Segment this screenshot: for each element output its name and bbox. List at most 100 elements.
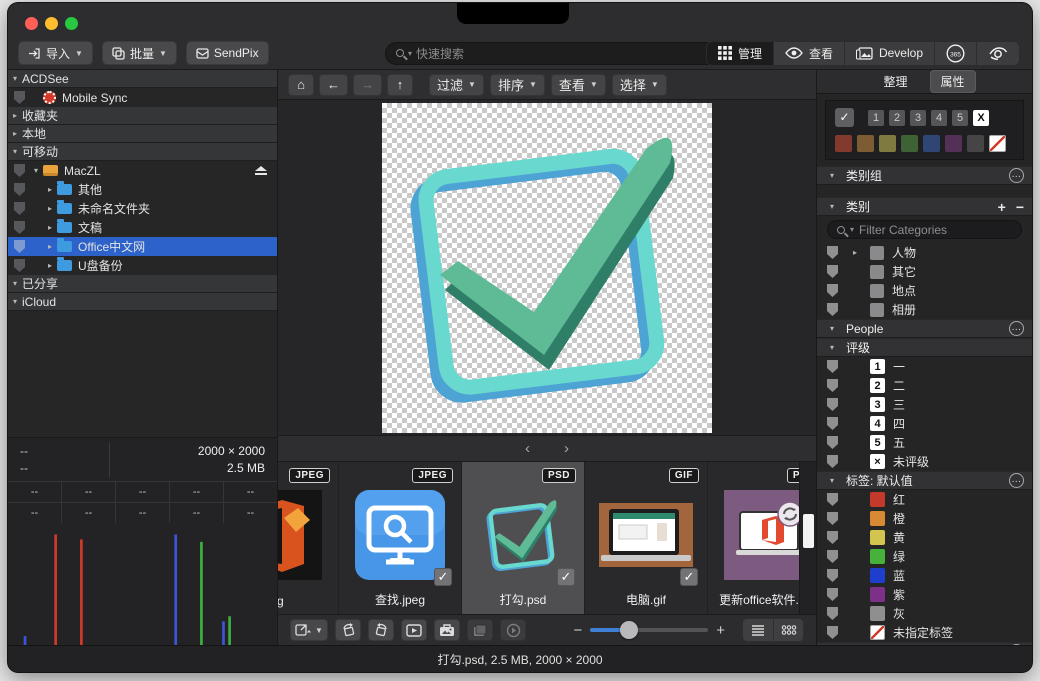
color-filter-7[interactable] [989,135,1006,152]
tree-item-文稿[interactable]: ▸文稿 [8,218,277,237]
rating-2[interactable]: 2二 [817,376,1032,395]
auto-advance-button[interactable] [500,619,526,641]
category-checkbox[interactable] [870,303,884,317]
previous-image-button[interactable]: ‹ [525,440,530,457]
remove-category-button[interactable]: − [1016,199,1024,215]
dropdown-过滤[interactable]: 过滤▼ [429,74,484,96]
tree-item-u盘备份[interactable]: ▸U盘备份 [8,256,277,275]
rating-filter-2[interactable]: 2 [889,110,905,126]
tagged-filter-button[interactable]: ✓ [835,108,854,127]
item-checkbox[interactable]: ✓ [434,568,452,586]
dropdown-选择[interactable]: 选择▼ [612,74,667,96]
tab-整理[interactable]: 整理 [873,71,917,92]
category-checkbox[interactable] [870,265,884,279]
eject-icon[interactable] [255,166,267,175]
section-people[interactable]: ▾ People … [817,319,1032,338]
mode-manage-button[interactable]: 管理 [707,42,774,65]
external-editor-button[interactable]: ▼ [290,619,328,641]
tree-section-已分享[interactable]: ▾已分享 [8,275,277,293]
rotate-right-button[interactable] [368,619,394,641]
label-黄[interactable]: 黄 [817,528,1032,547]
import-button[interactable]: 导入 ▼ [18,41,93,65]
tab-属性[interactable]: 属性 [930,70,976,93]
forward-button[interactable]: → [353,74,382,96]
rating-filter-4[interactable]: 4 [931,110,947,126]
label-灰[interactable]: 灰 [817,604,1032,623]
filmstrip-item-打勾.psd[interactable]: PSD✓打勾.psd [462,462,585,614]
dropdown-查看[interactable]: 查看▼ [551,74,606,96]
zoom-in-button[interactable]: + [716,622,725,639]
tree-item-未命名文件夹[interactable]: ▸未命名文件夹 [8,199,277,218]
rating-X[interactable]: ×未评级 [817,452,1032,471]
section-labels[interactable]: ▾ 标签: 默认值 … [817,471,1032,490]
tree-item-其他[interactable]: ▸其他 [8,180,277,199]
add-category-button[interactable]: + [998,199,1006,215]
quick-search-input[interactable]: ▾ 快速搜索 [385,42,719,65]
category-checkbox[interactable] [870,284,884,298]
toolbox-button[interactable] [434,619,460,641]
section-category-groups[interactable]: ▾ 类别组 … [817,166,1032,185]
mode-quickview-button[interactable] [977,42,1019,65]
stack-button[interactable] [467,619,493,641]
color-filter-0[interactable] [835,135,852,152]
section-menu-button[interactable]: … [1009,168,1024,183]
zoom-slider-handle[interactable] [620,621,638,639]
sendpix-button[interactable]: SendPix [186,41,269,65]
home-button[interactable]: ⌂ [288,74,314,96]
color-filter-1[interactable] [857,135,874,152]
section-categories[interactable]: ▾ 类别 +− [817,197,1032,216]
color-filter-6[interactable] [967,135,984,152]
color-filter-3[interactable] [901,135,918,152]
filmstrip-scrollbar[interactable] [799,462,816,614]
mode-view-button[interactable]: 查看 [774,42,845,65]
dropdown-排序[interactable]: 排序▼ [490,74,545,96]
zoom-out-button[interactable]: − [573,622,582,639]
rating-filter-5[interactable]: 5 [952,110,968,126]
next-image-button[interactable]: › [564,440,569,457]
color-filter-4[interactable] [923,135,940,152]
rating-3[interactable]: 3三 [817,395,1032,414]
filmstrip-item-eg[interactable]: JPEG✓eg [278,462,339,614]
tree-item-maczl[interactable]: ▾MacZL [8,161,277,180]
category-其它[interactable]: 其它 [817,262,1032,281]
section-rating[interactable]: ▾ 评级 [817,338,1032,357]
rating-filter-1[interactable]: 1 [868,110,884,126]
category-地点[interactable]: 地点 [817,281,1032,300]
label-橙[interactable]: 橙 [817,509,1032,528]
filmstrip-item-查找.jpeg[interactable]: JPEG✓查找.jpeg [339,462,462,614]
tree-item-mobile-sync[interactable]: Mobile Sync [8,88,277,107]
zoom-slider[interactable] [590,628,708,632]
zoom-window-button[interactable] [65,17,78,30]
preview-image[interactable] [382,103,712,433]
category-checkbox[interactable] [870,246,884,260]
up-button[interactable]: ↑ [387,74,413,96]
clear-rating-filter-button[interactable]: X [973,110,989,126]
tree-section-acdsee[interactable]: ▾ACDSee [8,70,277,88]
mode-develop-button[interactable]: Develop [845,42,935,65]
back-button[interactable]: ← [319,74,348,96]
item-checkbox[interactable]: ✓ [557,568,575,586]
minimize-window-button[interactable] [45,17,58,30]
mode-acdsee365-button[interactable]: 365 [935,42,977,65]
tree-section-icloud[interactable]: ▾iCloud [8,293,277,311]
batch-button[interactable]: 批量 ▼ [102,41,177,65]
rating-1[interactable]: 1一 [817,357,1032,376]
label-绿[interactable]: 绿 [817,547,1032,566]
color-filter-2[interactable] [879,135,896,152]
rating-5[interactable]: 5五 [817,433,1032,452]
tree-section-本地[interactable]: ▸本地 [8,125,277,143]
tree-item-office中文网[interactable]: ▸Office中文网 [8,237,277,256]
filmstrip-item-更新office软件.png[interactable]: PNG✓更新office软件.png [708,462,799,614]
category-人物[interactable]: ▸人物 [817,243,1032,262]
label-蓝[interactable]: 蓝 [817,566,1032,585]
list-view-button[interactable] [743,619,773,641]
thumbnail-view-button[interactable] [773,619,803,641]
label-未指定标签[interactable]: 未指定标签 [817,623,1032,642]
slideshow-button[interactable] [401,619,427,641]
filmstrip-item-电脑.gif[interactable]: GIF✓电脑.gif [585,462,708,614]
filter-categories-input[interactable]: ▾ Filter Categories [827,220,1022,239]
section-menu-button[interactable]: … [1009,473,1024,488]
tree-section-收藏夹[interactable]: ▸收藏夹 [8,107,277,125]
section-menu-button[interactable]: … [1009,321,1024,336]
rotate-left-button[interactable] [335,619,361,641]
